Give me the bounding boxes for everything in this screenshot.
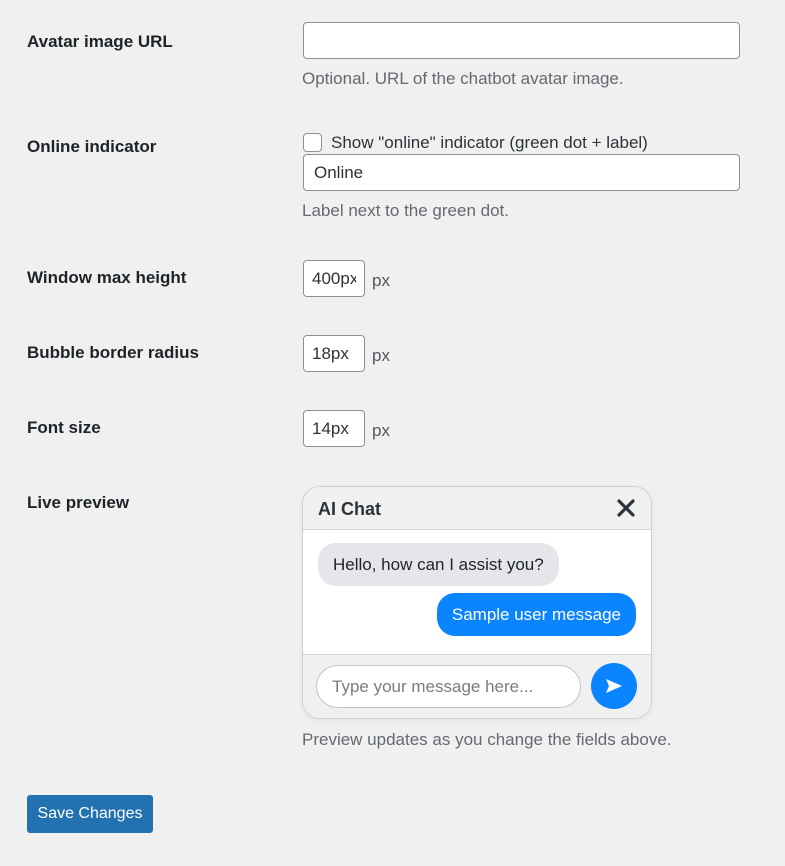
window-max-height-input[interactable]: [303, 260, 365, 297]
bubble-border-radius-label: Bubble border radius: [27, 343, 199, 362]
avatar-url-input[interactable]: [303, 22, 740, 59]
bot-message-bubble: Hello, how can I assist you?: [318, 543, 559, 586]
send-button[interactable]: [591, 663, 637, 709]
close-icon[interactable]: [615, 497, 637, 519]
user-message-bubble: Sample user message: [436, 593, 636, 636]
send-icon: [605, 678, 623, 694]
save-changes-button[interactable]: Save Changes: [27, 795, 153, 833]
online-label-input[interactable]: [303, 154, 740, 191]
preview-description: Preview updates as you change the fields…: [302, 730, 672, 749]
chat-footer: [303, 654, 651, 718]
online-indicator-label: Online indicator: [27, 137, 157, 156]
bubble-border-radius-input[interactable]: [303, 335, 365, 372]
live-preview-label: Live preview: [27, 493, 130, 512]
online-indicator-checkbox[interactable]: [303, 133, 322, 152]
font-size-unit: px: [372, 421, 390, 440]
chat-preview-window: AI Chat Hello, how can I assist you? Sam…: [302, 486, 652, 719]
window-max-height-unit: px: [372, 271, 390, 290]
chat-title: AI Chat: [318, 499, 381, 519]
chat-message-input[interactable]: [316, 665, 581, 708]
window-max-height-label: Window max height: [27, 268, 187, 287]
font-size-label: Font size: [27, 418, 101, 437]
avatar-url-description: Optional. URL of the chatbot avatar imag…: [302, 69, 624, 88]
chat-header: AI Chat: [303, 487, 651, 530]
bubble-border-radius-unit: px: [372, 346, 390, 365]
online-indicator-checkbox-label[interactable]: Show "online" indicator (green dot + lab…: [331, 133, 648, 153]
avatar-url-label: Avatar image URL: [27, 32, 173, 51]
online-label-description: Label next to the green dot.: [302, 201, 509, 220]
font-size-input[interactable]: [303, 410, 365, 447]
